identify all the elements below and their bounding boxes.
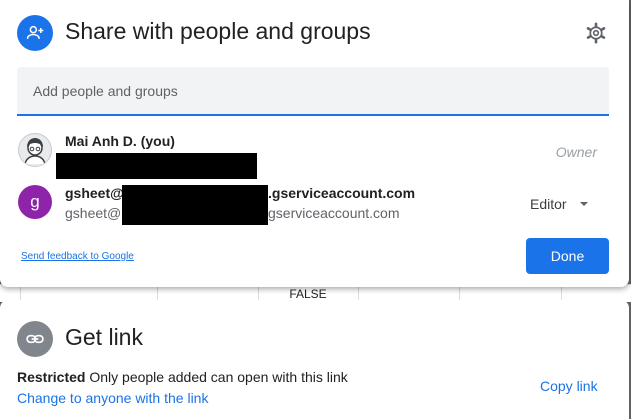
get-link-panel: Get link Restricted Only people added ca…	[0, 300, 629, 419]
add-people-input[interactable]	[17, 67, 609, 116]
person-email-prefix: gsheet@	[65, 205, 122, 221]
feedback-link[interactable]: Send feedback to Google	[21, 251, 134, 262]
done-button[interactable]: Done	[526, 238, 609, 274]
person-add-icon	[17, 15, 53, 51]
person-name-suffix: .gserviceaccount.com	[268, 185, 416, 201]
share-dialog: Share with people and groups Mai Anh D. …	[0, 0, 629, 287]
restriction-label: Restricted	[17, 369, 86, 385]
role-dropdown-value: Editor	[530, 196, 567, 212]
person-name: Mai Anh D. (you)	[65, 133, 175, 149]
restriction-status: Restricted Only people added can open wi…	[17, 369, 348, 385]
avatar-letter: g	[30, 192, 40, 211]
get-link-title: Get link	[65, 324, 143, 350]
owner-role-label: Owner	[555, 144, 597, 160]
redacted-name	[122, 185, 268, 225]
redacted-email	[56, 153, 257, 179]
role-dropdown[interactable]: Editor	[530, 193, 589, 215]
person-name-prefix: gsheet@	[65, 185, 124, 201]
change-link-access[interactable]: Change to anyone with the link	[17, 390, 208, 406]
sheet-cell-value: FALSE	[289, 287, 327, 301]
avatar: g	[18, 185, 52, 219]
dialog-title: Share with people and groups	[65, 18, 371, 44]
copy-link-button[interactable]: Copy link	[540, 378, 598, 394]
gear-icon[interactable]	[584, 21, 608, 45]
restriction-description: Only people added can open with this lin…	[89, 369, 348, 385]
caret-down-icon	[579, 202, 588, 206]
person-email-suffix: gserviceaccount.com	[268, 205, 400, 221]
link-icon	[17, 321, 53, 357]
avatar	[18, 133, 52, 167]
